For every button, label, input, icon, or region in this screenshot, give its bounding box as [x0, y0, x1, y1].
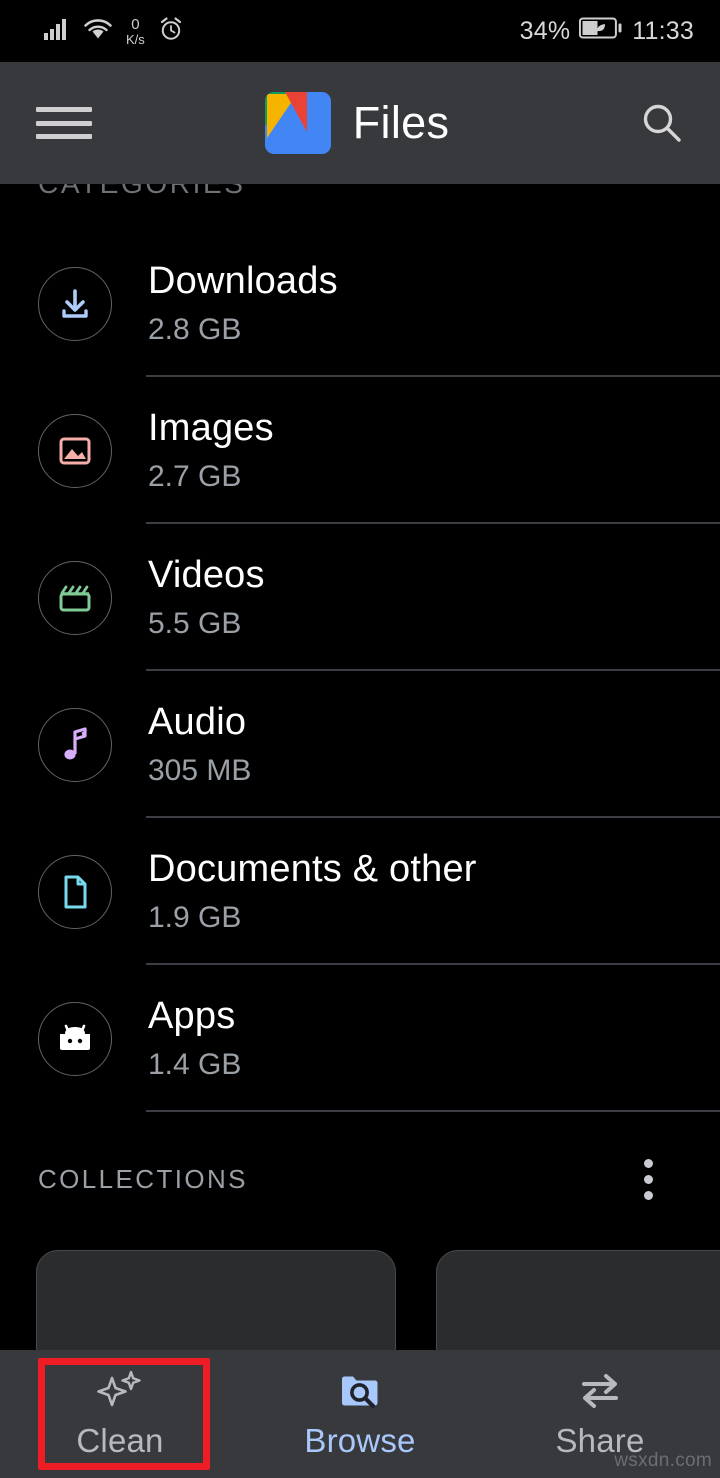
collection-card-favorites[interactable] [36, 1250, 396, 1350]
category-row-audio[interactable]: Audio 305 MB [0, 671, 720, 818]
signal-bars-icon [44, 17, 70, 46]
scroll-content[interactable]: CATEGORIES Downloads 2.8 GB [0, 184, 720, 1350]
nav-label-browse: Browse [304, 1422, 416, 1459]
status-bar: 0 K/s 34% 11:33 [0, 0, 720, 62]
bottom-navigation-bar: Clean Browse Share wsxdn.com [0, 1350, 720, 1478]
category-text-audio: Audio 305 MB [148, 699, 251, 790]
collections-section-label: COLLECTIONS [38, 1163, 248, 1194]
category-name: Images [148, 407, 274, 450]
collection-card-safe-folder[interactable] [436, 1250, 720, 1350]
category-name: Documents & other [148, 848, 477, 891]
category-size: 305 MB [148, 753, 252, 787]
network-speed-unit: K/s [126, 31, 145, 47]
status-bar-left: 0 K/s [44, 16, 184, 47]
category-name: Audio [148, 701, 247, 744]
app-bar: Files [0, 62, 720, 184]
nav-label-clean: Clean [76, 1422, 164, 1459]
category-text-downloads: Downloads 2.8 GB [148, 258, 338, 349]
list-divider [146, 1110, 720, 1112]
category-row-apps[interactable]: Apps 1.4 GB [0, 965, 720, 1112]
category-name: Videos [148, 554, 265, 597]
files-by-google-logo [264, 92, 331, 154]
category-row-videos[interactable]: Videos 5.5 GB [0, 524, 720, 671]
category-text-images: Images 2.7 GB [148, 405, 274, 496]
folder-search-icon [334, 1368, 386, 1416]
watermark-label: wsxdn.com [614, 1450, 712, 1471]
network-speed-indicator: 0 K/s [126, 17, 145, 46]
nav-item-browse[interactable]: Browse [240, 1350, 480, 1478]
clock-label: 11:33 [632, 16, 694, 45]
alarm-clock-icon [158, 16, 184, 47]
category-size: 1.4 GB [148, 1047, 242, 1081]
category-size: 5.5 GB [148, 606, 242, 640]
image-icon [38, 413, 112, 488]
nav-item-clean[interactable]: Clean [0, 1350, 240, 1478]
app-bar-title-group: Files [82, 92, 632, 154]
battery-saver-icon [579, 16, 623, 47]
download-icon [38, 266, 112, 341]
android-robot-icon [38, 1001, 112, 1076]
category-row-downloads[interactable]: Downloads 2.8 GB [0, 230, 720, 377]
category-size: 2.7 GB [148, 459, 242, 493]
category-size: 2.8 GB [148, 312, 242, 346]
status-bar-right: 34% 11:33 [520, 16, 694, 47]
battery-percent-label: 34% [519, 16, 571, 45]
sparkle-clean-icon [93, 1368, 147, 1416]
share-arrows-icon [572, 1368, 628, 1416]
categories-section-label: CATEGORIES [0, 184, 246, 200]
category-name: Apps [148, 995, 236, 1038]
search-icon[interactable] [632, 93, 692, 153]
network-speed-value: 0 [131, 15, 140, 33]
category-text-apps: Apps 1.4 GB [148, 993, 241, 1084]
category-row-documents[interactable]: Documents & other 1.9 GB [0, 818, 720, 965]
collections-cards [0, 1250, 720, 1350]
music-note-icon [38, 707, 112, 782]
category-text-videos: Videos 5.5 GB [148, 552, 265, 643]
document-icon [38, 854, 112, 929]
collections-header: COLLECTIONS [0, 1136, 720, 1222]
more-vertical-icon[interactable] [620, 1151, 676, 1207]
category-name: Downloads [148, 260, 338, 303]
files-app-screen: 0 K/s 34% 11:33 Files Downloads 2.8 GB I… [0, 0, 720, 1478]
wifi-icon [83, 17, 113, 46]
page-title: Files [352, 97, 450, 148]
categories-list: Downloads 2.8 GB Images 2.7 GB Videos 5.… [0, 184, 720, 1112]
category-size: 1.9 GB [148, 900, 242, 934]
video-clapperboard-icon [38, 560, 112, 635]
category-text-documents: Documents & other 1.9 GB [148, 846, 477, 937]
category-row-images[interactable]: Images 2.7 GB [0, 377, 720, 524]
